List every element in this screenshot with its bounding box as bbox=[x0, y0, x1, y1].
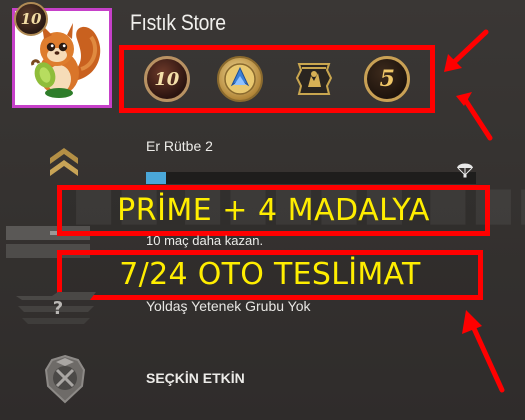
xp-progress-fill bbox=[146, 172, 166, 184]
skill-group-label: Yoldaş Yetenek Grubu Yok bbox=[146, 298, 311, 314]
elite-emblem-icon bbox=[44, 354, 86, 404]
medals-highlight-box: 10 5 bbox=[119, 45, 435, 113]
delivery-promo-banner: 7/24 OTO TESLİMAT bbox=[57, 250, 483, 300]
down-right-arrow-icon bbox=[456, 92, 493, 141]
service-medal[interactable] bbox=[217, 56, 264, 102]
username: Fıstık Store bbox=[130, 10, 226, 35]
operation-medal-icon bbox=[295, 63, 332, 95]
service-medal-icon bbox=[224, 63, 256, 95]
rank-name: Er Rütbe 2 bbox=[146, 138, 213, 154]
prime-promo-banner: PRİME + 4 MADALYA bbox=[57, 185, 490, 236]
parachute-icon bbox=[457, 163, 473, 178]
skill-group-icon: ? bbox=[16, 292, 96, 324]
elite-status-label: SEÇKİN ETKİN bbox=[146, 370, 245, 386]
ten-year-coin-medal[interactable]: 10 bbox=[143, 56, 190, 102]
ten-year-coin-label: 10 bbox=[154, 68, 180, 90]
top-right-arrow-icon bbox=[444, 29, 489, 72]
operation-medal[interactable] bbox=[291, 56, 337, 102]
level-badge: 10 bbox=[14, 2, 48, 36]
xp-progress-track bbox=[146, 172, 476, 184]
five-year-coin-medal[interactable]: 5 bbox=[364, 56, 411, 102]
rank-chevron-icon bbox=[50, 148, 78, 176]
svg-text:?: ? bbox=[53, 298, 63, 319]
five-year-coin-label: 5 bbox=[379, 66, 395, 92]
level-value: 10 bbox=[20, 10, 42, 28]
win-hint-text: 10 maç daha kazan. bbox=[146, 233, 264, 248]
bottom-right-arrow-icon bbox=[462, 310, 505, 393]
